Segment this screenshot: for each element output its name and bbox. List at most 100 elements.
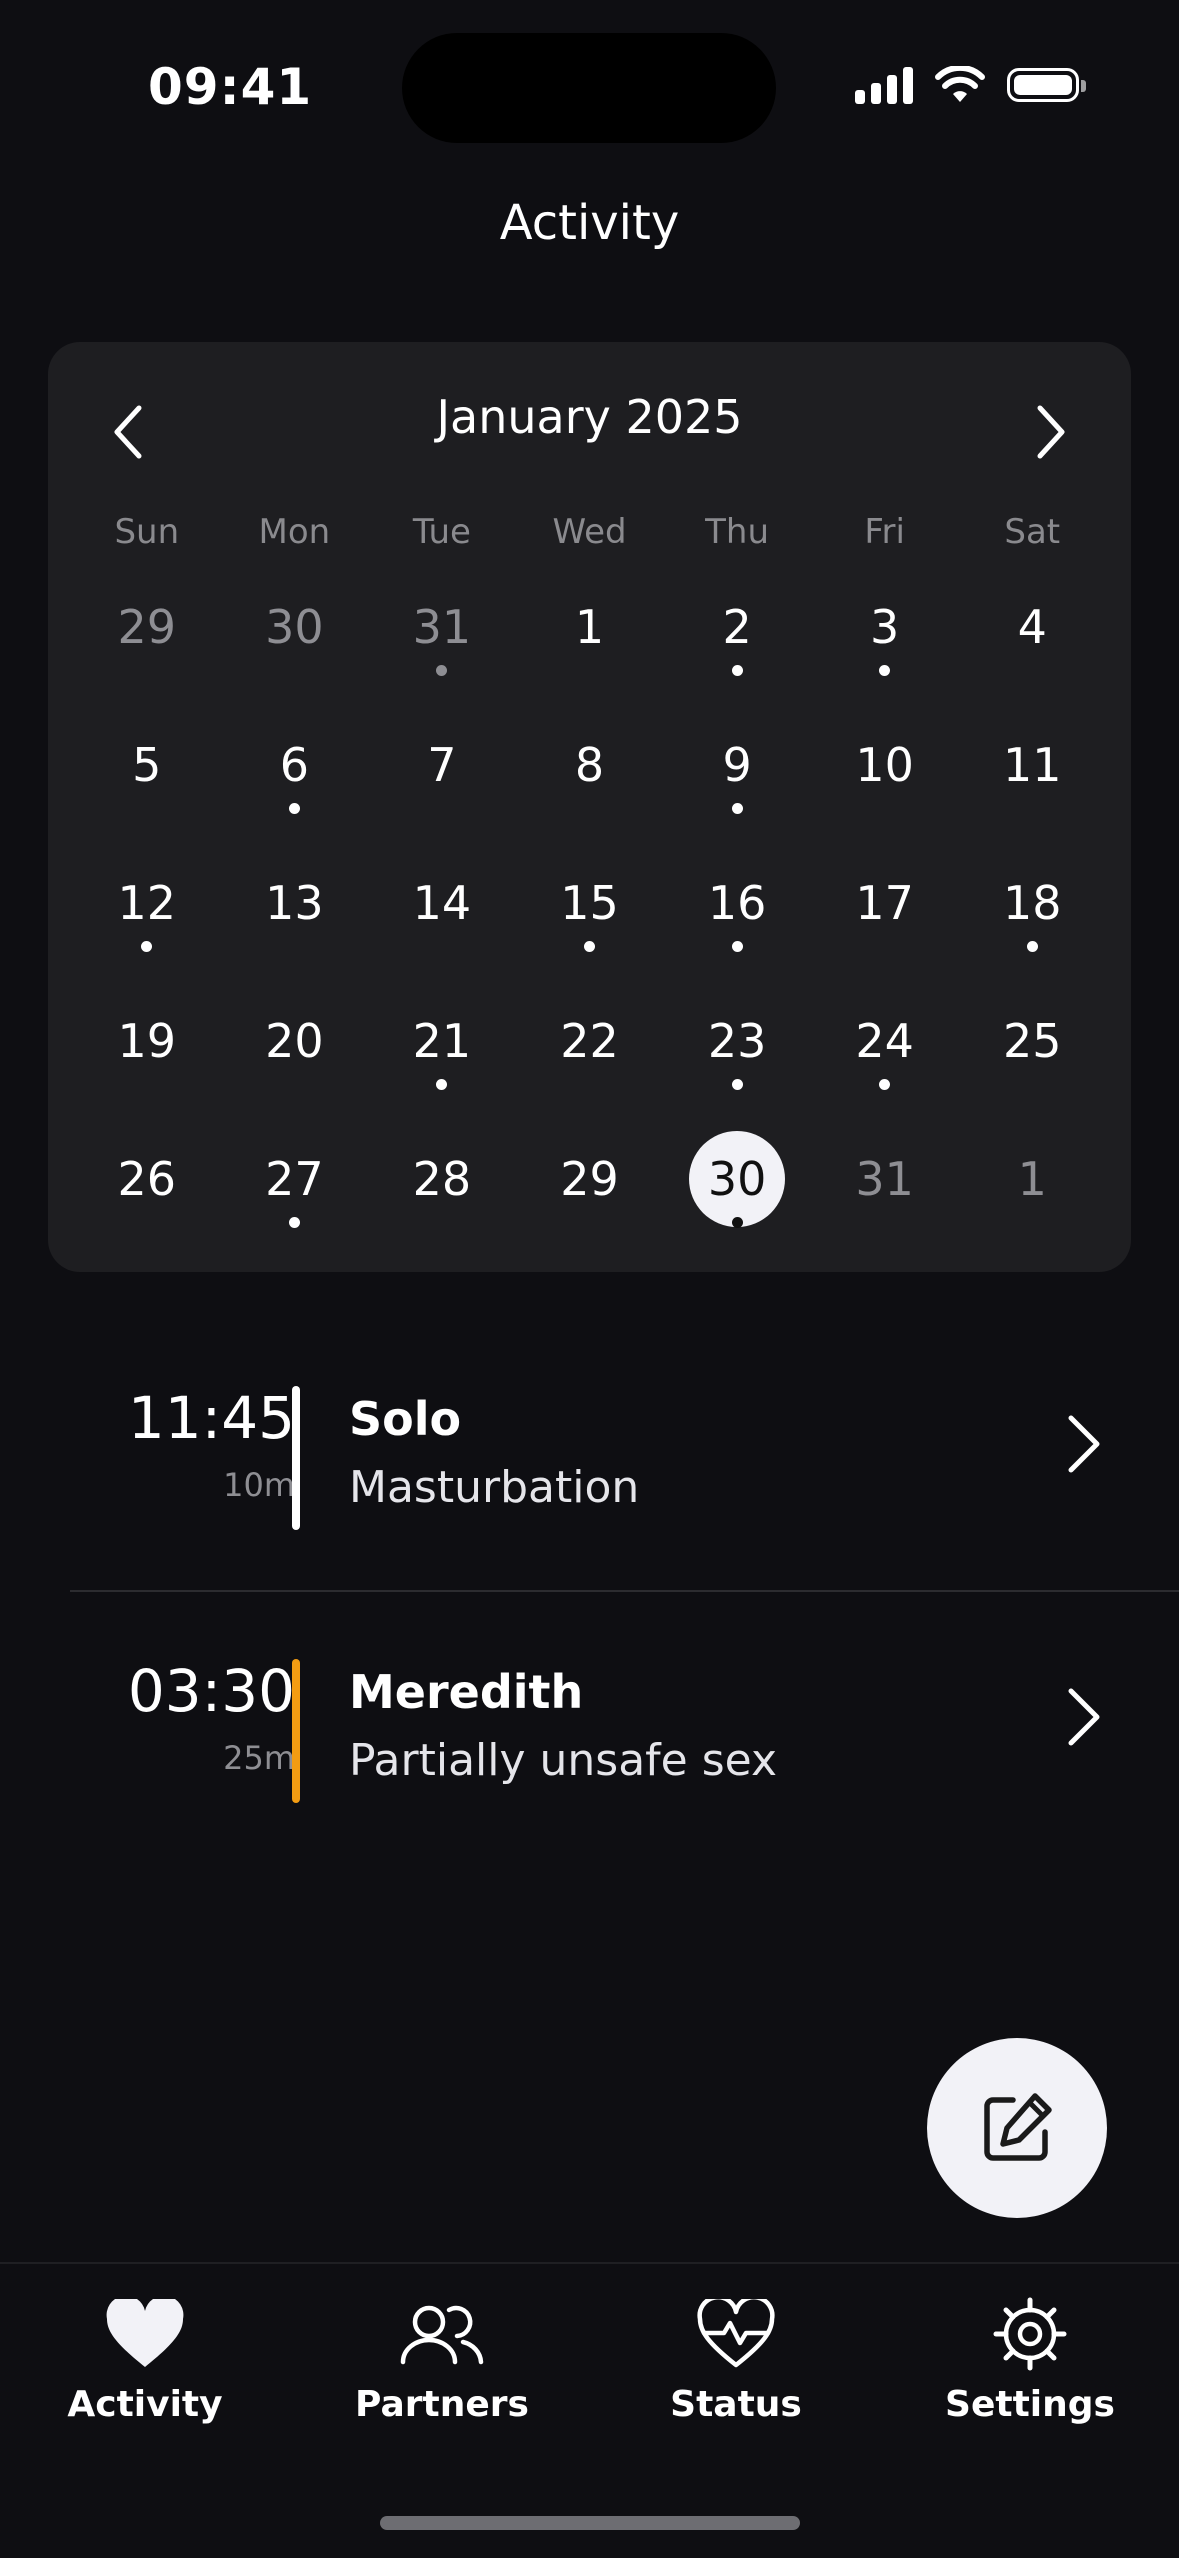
calendar-week-row: 19 20 21 22 23 24 25 (73, 1001, 1106, 1139)
calendar-day[interactable]: 31 (811, 1139, 959, 1277)
weekday-label: Tue (412, 512, 471, 552)
day-number: 14 (412, 876, 472, 930)
calendar-day[interactable]: 17 (811, 863, 959, 1001)
calendar-day-selected[interactable]: 30 (663, 1131, 811, 1277)
calendar-day[interactable]: 28 (368, 1139, 516, 1277)
day-number: 1 (574, 600, 605, 654)
day-number: 10 (855, 738, 914, 792)
weekday-label: Sun (114, 512, 180, 552)
day-number: 21 (412, 1014, 472, 1068)
day-number: 12 (117, 876, 177, 930)
day-number: 30 (689, 1131, 786, 1227)
entry-duration: 10m (223, 1466, 295, 1504)
tab-partners[interactable]: Partners (332, 2294, 552, 2425)
calendar-day[interactable]: 27 (221, 1139, 369, 1277)
day-number: 19 (117, 1014, 177, 1068)
activity-indicator-dot (288, 1217, 300, 1228)
chevron-right-icon (1068, 1688, 1100, 1746)
day-number: 30 (265, 600, 324, 654)
entry-color-bar (292, 1659, 300, 1803)
calendar-day[interactable]: 1 (958, 1139, 1106, 1277)
calendar-day[interactable]: 8 (516, 725, 664, 863)
day-number: 13 (265, 876, 324, 930)
calendar-day[interactable]: 2 (663, 587, 811, 725)
status-bar: 09:41 (0, 0, 1179, 170)
wifi-icon (935, 66, 985, 102)
day-number: 24 (855, 1014, 914, 1068)
calendar-day[interactable]: 25 (958, 1001, 1106, 1139)
activity-indicator-dot (584, 941, 596, 952)
calendar-day[interactable]: 12 (73, 863, 221, 1001)
calendar-day[interactable]: 6 (221, 725, 369, 863)
calendar-day[interactable]: 10 (811, 725, 959, 863)
tab-activity[interactable]: Activity (35, 2294, 255, 2425)
entry-time: 11:45 (127, 1384, 295, 1452)
entry-description: Partially unsafe sex (349, 1735, 777, 1786)
entry-divider (70, 1590, 1179, 1592)
calendar-month-title: January 2025 (436, 390, 743, 444)
activity-indicator-dot (1026, 941, 1038, 952)
day-number: 23 (707, 1014, 767, 1068)
day-number: 11 (1002, 738, 1062, 792)
calendar-day[interactable]: 16 (663, 863, 811, 1001)
weekday-label: Fri (864, 512, 905, 552)
battery-icon (1007, 68, 1086, 102)
calendar-day[interactable]: 13 (221, 863, 369, 1001)
next-month-button[interactable] (1011, 392, 1091, 472)
status-time: 09:41 (148, 58, 313, 116)
heart-pulse-icon (697, 2299, 775, 2368)
calendar-day[interactable]: 24 (811, 1001, 959, 1139)
calendar-day[interactable]: 5 (73, 725, 221, 863)
calendar-week-row: 29 30 31 1 2 3 4 (73, 587, 1106, 725)
activity-entry[interactable]: 11:45 10m Solo Masturbation (70, 1384, 1179, 1534)
calendar-week-row: 12 13 14 15 16 17 18 (73, 863, 1106, 1001)
calendar-day[interactable]: 14 (368, 863, 516, 1001)
day-number: 16 (707, 876, 767, 930)
calendar-day[interactable]: 23 (663, 1001, 811, 1139)
calendar-day[interactable]: 21 (368, 1001, 516, 1139)
day-number: 29 (560, 1152, 619, 1206)
calendar-day[interactable]: 18 (958, 863, 1106, 1001)
calendar-day[interactable]: 9 (663, 725, 811, 863)
calendar-day[interactable]: 26 (73, 1139, 221, 1277)
day-number: 4 (1017, 600, 1047, 654)
calendar-day[interactable]: 22 (516, 1001, 664, 1139)
dynamic-island (402, 33, 776, 143)
calendar-day[interactable]: 29 (73, 587, 221, 725)
calendar-day[interactable]: 31 (368, 587, 516, 725)
calendar-day[interactable]: 11 (958, 725, 1106, 863)
day-number: 29 (117, 600, 177, 654)
activity-indicator-dot (731, 941, 743, 952)
activity-entry[interactable]: 03:30 25m Meredith Partially unsafe sex (70, 1657, 1179, 1807)
calendar-day[interactable]: 1 (516, 587, 664, 725)
entry-time: 03:30 (127, 1657, 295, 1725)
calendar-week-row: 5 6 7 8 9 10 11 (73, 725, 1106, 863)
calendar-day[interactable]: 7 (368, 725, 516, 863)
new-entry-button[interactable] (927, 2038, 1107, 2218)
day-number: 26 (117, 1152, 177, 1206)
activity-indicator-dot (288, 803, 300, 814)
tab-status[interactable]: Status (626, 2294, 846, 2425)
calendar-card: January 2025 Sun Mon Tue Wed Thu Fri Sat 29 30 3… (48, 342, 1131, 1272)
activity-indicator-dot (731, 803, 743, 814)
day-number: 7 (427, 738, 457, 792)
entry-color-bar (292, 1386, 300, 1530)
calendar-day[interactable]: 4 (958, 587, 1106, 725)
weekday-header: Sun Mon Tue Wed Thu Fri Sat (48, 512, 1131, 552)
calendar-day[interactable]: 3 (811, 587, 959, 725)
calendar-day[interactable]: 20 (221, 1001, 369, 1139)
calendar-day[interactable]: 29 (516, 1139, 664, 1277)
day-number: 15 (560, 876, 619, 930)
day-number: 8 (574, 738, 605, 792)
home-indicator (380, 2516, 800, 2530)
day-number: 20 (265, 1014, 324, 1068)
weekday-label: Wed (552, 512, 627, 552)
calendar-day[interactable]: 19 (73, 1001, 221, 1139)
day-number: 31 (412, 600, 472, 654)
heart-icon (106, 2299, 184, 2367)
calendar-day[interactable]: 30 (221, 587, 369, 725)
tab-settings[interactable]: Settings (920, 2294, 1140, 2425)
calendar-day[interactable]: 15 (516, 863, 664, 1001)
calendar-week-row: 26 27 28 29 30 31 1 (73, 1131, 1106, 1277)
weekday-label: Sat (1004, 512, 1061, 552)
